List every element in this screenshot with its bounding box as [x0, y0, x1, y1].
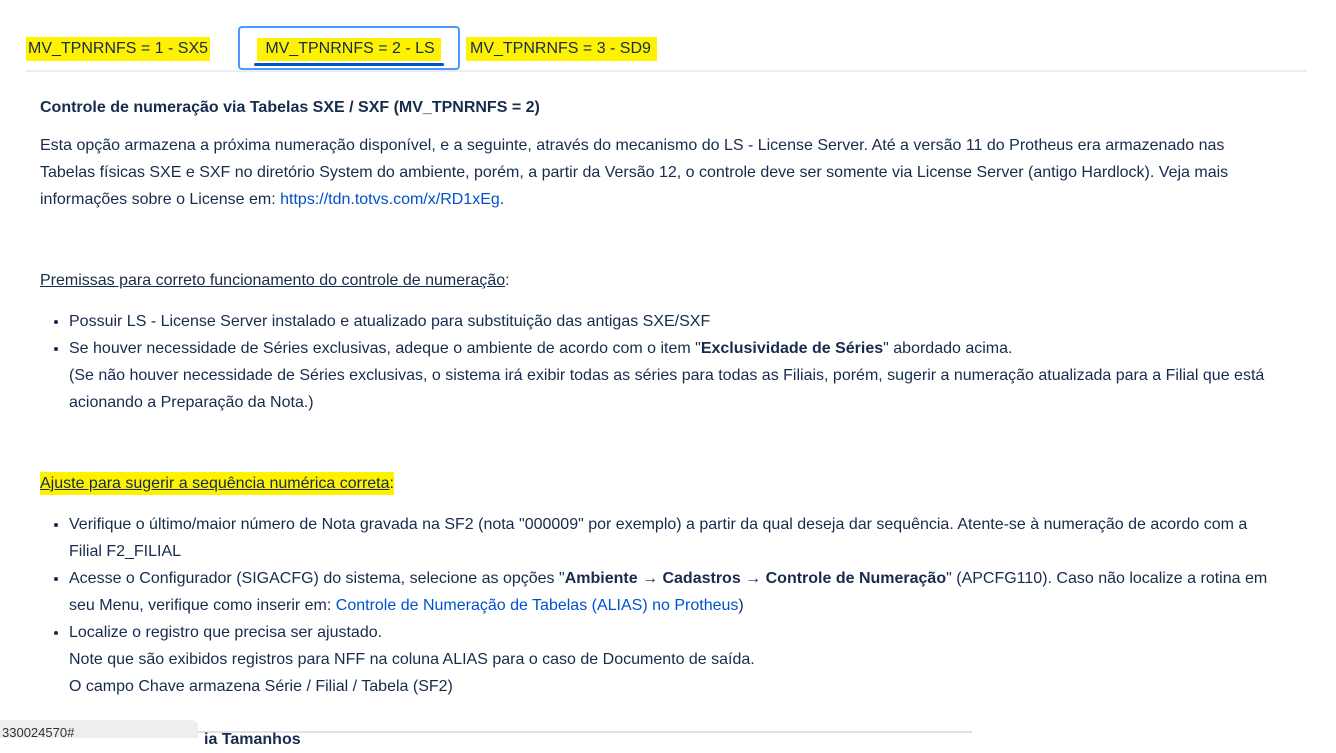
tab-sx5[interactable]: MV_TPNRNFS = 1 - SX5	[26, 26, 211, 68]
list-item-text: Se houver necessidade de Séries exclusiv…	[69, 340, 701, 357]
partial-heading: ia Tamanhos	[204, 731, 301, 748]
ajuste-title: Ajuste para sugerir a sequência numérica…	[40, 470, 1280, 497]
premissas-title-text: Premissas para correto funcionamento do …	[40, 272, 506, 289]
tab-sd9[interactable]: MV_TPNRNFS = 3 - SD9	[466, 26, 657, 68]
premissas-title: Premissas para correto funcionamento do …	[40, 267, 1280, 294]
license-link[interactable]: https://tdn.totvs.com/x/RD1xEg	[280, 191, 500, 208]
list-item: Se houver necessidade de Séries exclusiv…	[69, 335, 1280, 416]
list-item-text: O campo Chave armazena Série / Filial / …	[69, 678, 453, 695]
premissas-list: Possuir LS - License Server instalado e …	[40, 308, 1280, 416]
list-item-text: Possuir LS - License Server instalado e …	[69, 313, 711, 330]
list-item-note: (Se não houver necessidade de Séries exc…	[69, 367, 1265, 411]
colon: :	[389, 475, 394, 492]
controle-numeracao-link[interactable]: Controle de Numeração de Tabelas (ALIAS)…	[336, 597, 739, 614]
section-heading: Controle de numeração via Tabelas SXE / …	[40, 99, 540, 116]
list-item-text: " abordado acima.	[883, 340, 1013, 357]
list-item-text: Acesse o Configurador (SIGACFG) do siste…	[69, 570, 565, 587]
list-item: Possuir LS - License Server instalado e …	[69, 308, 1280, 335]
ajuste-list: Verifique o último/maior número de Nota …	[40, 511, 1280, 700]
tab-content: Controle de numeração via Tabelas SXE / …	[40, 96, 1280, 700]
tab-label: MV_TPNRNFS = 3 - SD9	[466, 37, 657, 61]
ajuste-title-text: Ajuste para sugerir a sequência numérica…	[40, 475, 390, 492]
intro-text: Esta opção armazena a próxima numeração …	[40, 137, 1229, 208]
intro-paragraph: Esta opção armazena a próxima numeração …	[40, 132, 1280, 213]
intro-end: .	[499, 191, 505, 208]
list-item-text: )	[738, 597, 744, 614]
divider	[196, 731, 972, 733]
list-item-bold: Ambiente → Cadastros → Controle de Numer…	[564, 570, 947, 587]
list-item: Acesse o Configurador (SIGACFG) do siste…	[69, 565, 1280, 619]
tab-label: MV_TPNRNFS = 2 - LS	[257, 38, 441, 61]
tab-bar: MV_TPNRNFS = 1 - SX5 MV_TPNRNFS = 2 - LS…	[26, 26, 1307, 72]
list-item-text: Note que são exibidos registros para NFF…	[69, 651, 755, 668]
tab-label: MV_TPNRNFS = 1 - SX5	[26, 37, 211, 61]
list-item: Verifique o último/maior número de Nota …	[69, 511, 1280, 565]
active-tab-indicator	[254, 63, 444, 66]
list-item: Localize o registro que precisa ser ajus…	[69, 619, 1280, 700]
colon: :	[505, 272, 510, 289]
list-item-bold: Exclusividade de Séries	[700, 340, 884, 357]
list-item-text: Localize o registro que precisa ser ajus…	[69, 624, 383, 641]
tab-ls[interactable]: MV_TPNRNFS = 2 - LS	[238, 26, 460, 70]
status-url-bar: 330024570#	[0, 720, 198, 738]
list-item-text: Verifique o último/maior número de Nota …	[69, 516, 1248, 560]
